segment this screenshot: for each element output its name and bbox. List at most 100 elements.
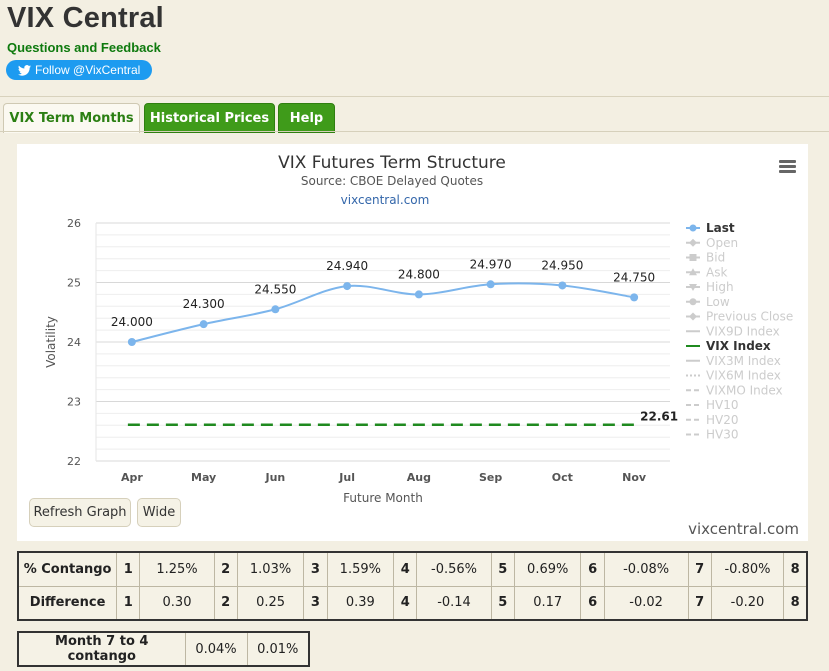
data-point-last[interactable] xyxy=(271,305,280,314)
month-number-cell: 8 xyxy=(783,551,808,587)
tab-help[interactable]: Help xyxy=(278,103,335,133)
data-point-last[interactable] xyxy=(558,281,567,290)
value-cell: 0.30 xyxy=(139,585,215,621)
legend-item[interactable]: VIX6M Index xyxy=(686,369,781,383)
legend-label: Open xyxy=(706,236,738,250)
month-number-cell: 5 xyxy=(490,551,515,587)
legend-item[interactable]: Previous Close xyxy=(686,310,793,324)
data-point-last[interactable] xyxy=(486,280,495,289)
legend-label: HV30 xyxy=(706,428,739,442)
data-point-last[interactable] xyxy=(127,338,136,346)
legend-label: VIX3M Index xyxy=(706,354,781,368)
legend-item[interactable]: Last xyxy=(686,221,735,235)
data-label: 24.950 xyxy=(541,258,583,272)
legend-item[interactable]: VIXMO Index xyxy=(686,383,783,397)
series-line-last xyxy=(131,282,635,343)
data-point-last[interactable] xyxy=(414,290,423,299)
value-cell: 1.03% xyxy=(236,551,305,587)
x-tick-label: Aug xyxy=(407,471,431,484)
x-tick-label: Sep xyxy=(479,471,502,484)
chart-credit-link[interactable]: vixcentral.com xyxy=(341,193,430,207)
data-label: 24.550 xyxy=(254,282,296,296)
site-title: VIX Central xyxy=(7,2,164,34)
month-number-cell: 4 xyxy=(393,551,418,587)
value-cell: 0.39 xyxy=(326,585,395,621)
row-header: Difference xyxy=(17,585,118,621)
y-tick-label: 25 xyxy=(67,277,81,290)
data-label: 24.000 xyxy=(111,315,153,329)
legend-label: VIX9D Index xyxy=(706,324,780,338)
legend-item[interactable]: Bid xyxy=(686,251,725,265)
legend-item[interactable]: Open xyxy=(686,236,738,250)
data-point-last[interactable] xyxy=(630,293,639,302)
data-label: 24.970 xyxy=(470,257,512,271)
month-number-cell: 2 xyxy=(213,585,238,621)
table-row: % Contango 1 1.25% 2 1.03% 3 1.59% 4 -0.56% 5 0.69… xyxy=(17,551,808,587)
legend-label: High xyxy=(706,280,734,294)
month74-label: Month 7 to 4 contango xyxy=(17,631,186,667)
value-cell: -0.08% xyxy=(603,551,689,587)
month-number-cell: 2 xyxy=(213,551,238,587)
table-row: Difference 1 0.30 2 0.25 3 0.39 4 -0.14 5 0.17 6 -0.… xyxy=(17,585,808,621)
x-tick-label: Jun xyxy=(264,471,285,484)
value-cell: 0.17 xyxy=(513,585,582,621)
data-label: 24.940 xyxy=(326,259,368,273)
month-number-cell: 5 xyxy=(490,585,515,621)
legend-item[interactable]: VIX Index xyxy=(686,339,771,353)
legend-label: Low xyxy=(706,295,730,309)
x-tick-label: Nov xyxy=(622,471,647,484)
legend-item[interactable]: Low xyxy=(686,295,730,309)
refresh-graph-button[interactable]: Refresh Graph xyxy=(29,498,131,527)
row-header: % Contango xyxy=(17,551,118,587)
data-label: 24.300 xyxy=(183,297,225,311)
wide-button[interactable]: Wide xyxy=(137,498,181,527)
follow-button[interactable]: Follow @VixCentral xyxy=(6,60,152,80)
term-structure-chart: VIX Futures Term StructureSource: CBOE D… xyxy=(44,153,796,505)
tab-divider xyxy=(0,131,829,132)
month-number-cell: 3 xyxy=(303,585,328,621)
follow-label: Follow @VixCentral xyxy=(35,63,141,77)
data-point-last[interactable] xyxy=(343,282,352,291)
value-cell: 0.25 xyxy=(236,585,305,621)
value-cell: -0.02 xyxy=(603,585,689,621)
tab-historical-prices[interactable]: Historical Prices xyxy=(144,103,275,133)
y-tick-label: 26 xyxy=(67,217,81,230)
value-cell: -0.56% xyxy=(416,551,492,587)
data-label: 22.61 xyxy=(640,410,678,424)
legend-label: HV20 xyxy=(706,413,739,427)
month-number-cell: 8 xyxy=(783,585,808,621)
y-tick-label: 24 xyxy=(67,336,81,349)
value-cell: 1.25% xyxy=(139,551,215,587)
month74-value: 0.04% xyxy=(184,631,248,667)
hamburger-menu-icon[interactable] xyxy=(779,160,796,173)
tab-vix-term-months[interactable]: VIX Term Months xyxy=(3,103,140,133)
legend-label: Ask xyxy=(706,265,727,279)
legend-item[interactable]: Ask xyxy=(686,265,727,279)
month-number-cell: 1 xyxy=(116,585,141,621)
value-cell: -0.20 xyxy=(710,585,785,621)
contango-table: % Contango 1 1.25% 2 1.03% 3 1.59% 4 -0.56% 5 0.69… xyxy=(17,551,808,621)
month-number-cell: 3 xyxy=(303,551,328,587)
twitter-bird-icon xyxy=(18,64,31,76)
legend-item[interactable]: VIX9D Index xyxy=(686,324,780,338)
value-cell: -0.14 xyxy=(416,585,492,621)
chart-title: VIX Futures Term Structure xyxy=(278,153,506,173)
legend-label: Last xyxy=(706,221,735,235)
legend-item[interactable]: VIX3M Index xyxy=(686,354,781,368)
legend-item[interactable]: HV10 xyxy=(686,398,739,412)
watermark: vixcentral.com xyxy=(688,520,799,538)
x-axis-label: Future Month xyxy=(343,491,423,505)
legend-label: VIX6M Index xyxy=(706,369,781,383)
legend-item[interactable]: HV30 xyxy=(686,428,739,442)
month-number-cell: 7 xyxy=(687,585,712,621)
legend-label: HV10 xyxy=(706,398,739,412)
value-cell: 1.59% xyxy=(326,551,395,587)
month-number-cell: 4 xyxy=(393,585,418,621)
month74-value: 0.01% xyxy=(246,631,310,667)
month-number-cell: 7 xyxy=(687,551,712,587)
legend-item[interactable]: High xyxy=(686,280,734,294)
feedback-link[interactable]: Questions and Feedback xyxy=(7,40,161,55)
x-tick-label: Apr xyxy=(121,471,143,484)
legend-item[interactable]: HV20 xyxy=(686,413,739,427)
data-point-last[interactable] xyxy=(199,320,208,329)
